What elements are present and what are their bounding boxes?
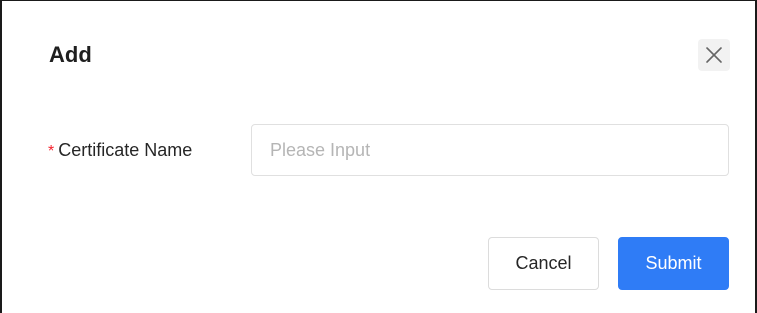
- certificate-name-label: * Certificate Name: [48, 139, 192, 163]
- close-icon: [706, 47, 722, 63]
- cancel-button[interactable]: Cancel: [488, 237, 599, 290]
- certificate-name-label-text: Certificate Name: [58, 140, 193, 160]
- required-mark: *: [48, 143, 55, 160]
- add-dialog: Add *Certificate Name Cancel Submit: [0, 0, 757, 313]
- certificate-name-input[interactable]: [251, 124, 729, 176]
- submit-button[interactable]: Submit: [618, 237, 729, 290]
- certificate-name-row: * Certificate Name: [2, 124, 755, 176]
- dialog-title: Add: [49, 42, 92, 67]
- close-button[interactable]: [698, 39, 730, 71]
- dialog-header: Add: [2, 1, 755, 101]
